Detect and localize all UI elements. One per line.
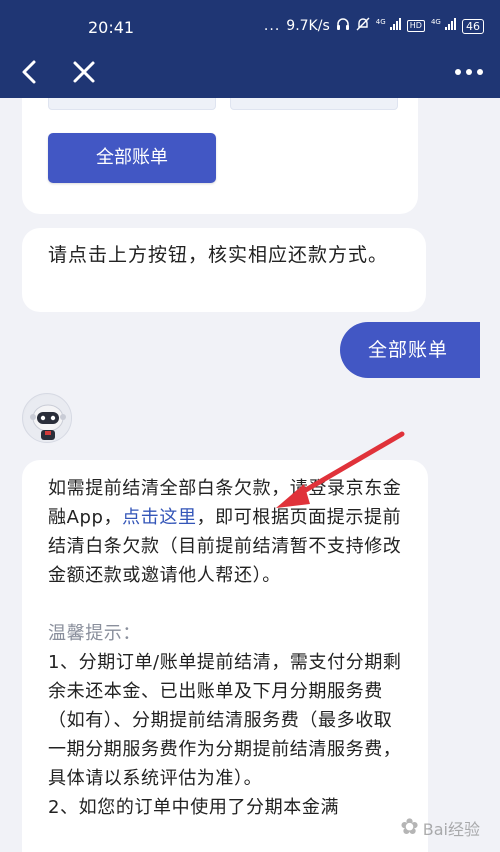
mute-bell-icon bbox=[356, 17, 370, 35]
status-dots: ... bbox=[263, 18, 281, 34]
tip-item-1: 1、分期订单/账单提前结清，需支付分期剩余未还本金、已出账单及下月分期服务费（如… bbox=[48, 652, 402, 789]
status-time: 20:41 bbox=[88, 18, 135, 37]
signal-icon-2: 4G bbox=[431, 18, 456, 34]
nav-bar bbox=[0, 54, 500, 98]
annotation-arrow-icon bbox=[276, 431, 405, 508]
chevron-left-icon[interactable] bbox=[16, 56, 44, 88]
more-icon[interactable] bbox=[452, 56, 486, 88]
click-here-link[interactable]: 点击这里 bbox=[122, 507, 196, 528]
baidu-watermark: ✿ Bai经验 bbox=[400, 815, 480, 840]
info-message-bubble: 如需提前结清全部白条欠款，请登录京东金融App，点击这里，即可根据页面提示提前结… bbox=[22, 460, 428, 852]
all-bill-button[interactable]: 全部账单 bbox=[48, 133, 216, 183]
bot-message-text: 请点击上方按钮，核实相应还款方式。 bbox=[48, 244, 389, 266]
paw-logo-icon: ✿ bbox=[400, 815, 419, 840]
tip-item-2: 2、如您的订单中使用了分期本金满 bbox=[48, 797, 340, 818]
battery-icon: 46 bbox=[462, 18, 484, 34]
status-bar: 20:41 ... 9.7K/s 4G HD 4G 46 bbox=[0, 0, 500, 54]
user-message-text: 全部账单 bbox=[368, 339, 449, 361]
bot-avatar bbox=[22, 393, 72, 443]
network-speed: 9.7K/s bbox=[286, 18, 330, 34]
close-icon[interactable] bbox=[70, 56, 98, 88]
robot-avatar-icon bbox=[24, 395, 71, 442]
status-icons: ... 9.7K/s 4G HD 4G 46 bbox=[264, 17, 484, 35]
user-message-bubble: 全部账单 bbox=[340, 322, 480, 378]
signal-icon-1: 4G bbox=[376, 18, 401, 34]
tip-title: 温馨提示： bbox=[48, 623, 141, 644]
headphone-icon bbox=[336, 17, 350, 35]
app-header: 20:41 ... 9.7K/s 4G HD 4G 46 bbox=[0, 0, 500, 98]
watermark-text: Bai经验 bbox=[422, 819, 480, 839]
bot-message-bubble: 请点击上方按钮，核实相应还款方式。 bbox=[22, 228, 426, 312]
hd-icon: HD bbox=[406, 20, 425, 32]
